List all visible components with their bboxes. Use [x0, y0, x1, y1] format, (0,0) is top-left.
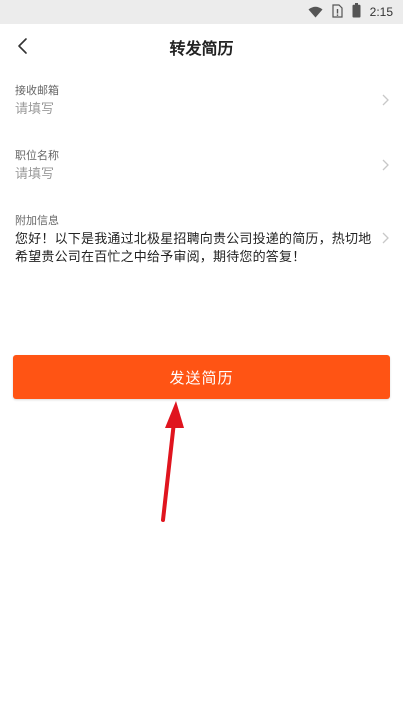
- email-field-label: 接收邮箱: [15, 84, 59, 97]
- additional-info-text[interactable]: 您好！以下是我通过北极星招聘向贵公司投递的简历，热切地希望贵公司在百忙之中给予审…: [15, 231, 375, 267]
- status-time: 2:15: [369, 5, 393, 19]
- chevron-right-icon: [382, 94, 389, 106]
- job-title-field-label: 职位名称: [15, 149, 59, 162]
- status-bar: 2:15: [0, 0, 403, 24]
- status-icons: 2:15: [308, 2, 393, 22]
- job-title-field-placeholder[interactable]: 请填写: [15, 166, 390, 184]
- annotation-arrow-icon: [161, 401, 184, 522]
- additional-info-field[interactable]: 附加信息 您好！以下是我通过北极星招聘向贵公司投递的简历，热切地希望贵公司在百忙…: [15, 214, 390, 267]
- sim-card-icon: [332, 3, 343, 22]
- email-field[interactable]: 接收邮箱 请填写: [15, 84, 390, 119]
- battery-icon: [352, 2, 361, 22]
- chevron-right-icon: [382, 232, 389, 244]
- page-title: 转发简历: [169, 39, 234, 58]
- job-title-field[interactable]: 职位名称 请填写: [15, 149, 390, 184]
- email-field-placeholder[interactable]: 请填写: [15, 101, 390, 119]
- nav-bar: 转发简历: [0, 24, 403, 68]
- additional-info-field-label: 附加信息: [15, 214, 59, 227]
- send-resume-button[interactable]: 发送简历: [13, 355, 390, 399]
- chevron-right-icon: [382, 159, 389, 171]
- wifi-icon: [308, 3, 323, 22]
